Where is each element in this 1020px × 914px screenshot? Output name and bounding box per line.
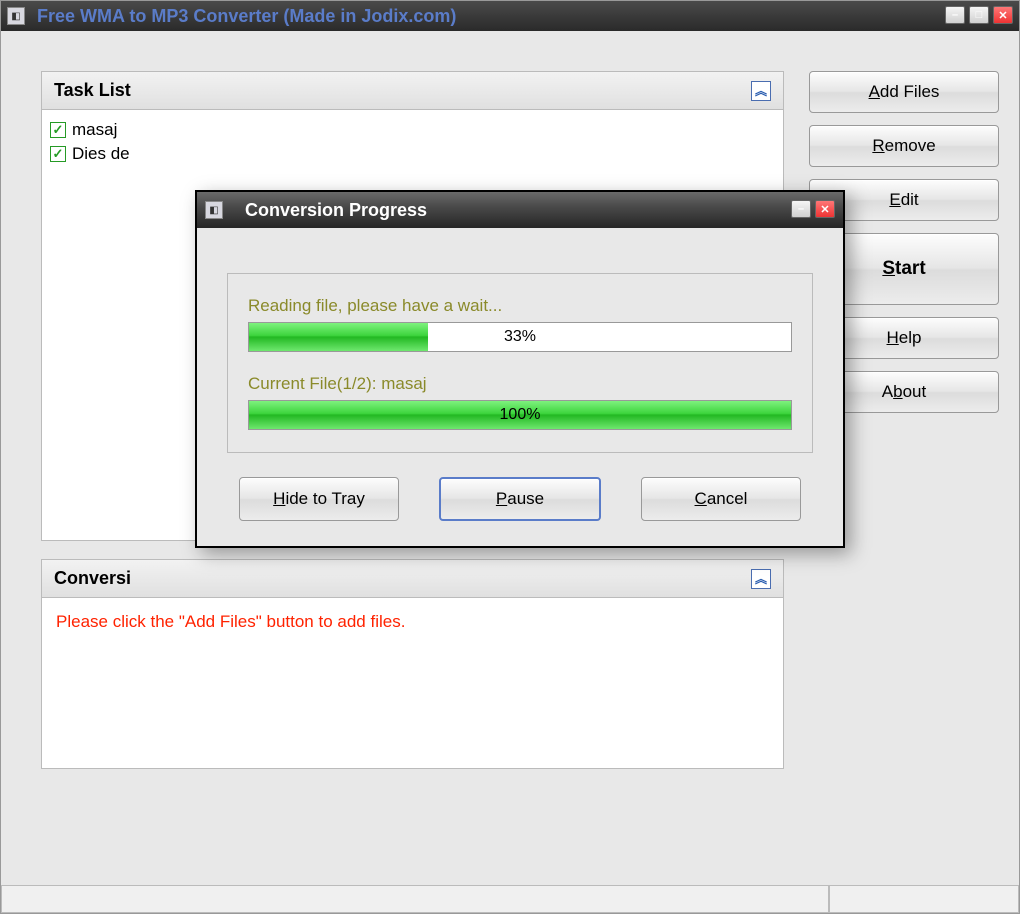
minimize-button[interactable]: –	[945, 6, 965, 24]
cancel-button[interactable]: Cancel	[641, 477, 801, 521]
current-file-label: Current File(1/2): masaj	[248, 374, 792, 394]
maximize-button[interactable]: □	[969, 6, 989, 24]
collapse-conversion-button[interactable]: ︽	[751, 569, 771, 589]
chevron-up-icon: ︽	[755, 570, 767, 587]
task-list-title: Task List	[54, 80, 131, 101]
task-checkbox[interactable]: ✓	[50, 122, 66, 138]
dialog-window-controls: – ✕	[791, 200, 835, 218]
conversion-header: Conversi ︽	[42, 560, 783, 598]
chevron-up-icon: ︽	[755, 82, 767, 99]
hide-to-tray-button[interactable]: Hide to Tray	[239, 477, 399, 521]
task-checkbox[interactable]: ✓	[50, 146, 66, 162]
status-cell-left	[1, 886, 829, 913]
dialog-body: Reading file, please have a wait... 33% …	[197, 228, 843, 546]
task-list-header: Task List ︽	[42, 72, 783, 110]
status-bar	[1, 885, 1019, 913]
dialog-titlebar[interactable]: ◧ Conversion Progress – ✕	[197, 192, 843, 228]
remove-button[interactable]: Remove	[809, 125, 999, 167]
current-progress-bar: 100%	[248, 400, 792, 430]
collapse-task-list-button[interactable]: ︽	[751, 81, 771, 101]
reading-progress-text: 33%	[249, 323, 791, 351]
conversion-body: Please click the "Add Files" button to a…	[42, 598, 783, 768]
app-title: Free WMA to MP3 Converter (Made in Jodix…	[37, 6, 456, 27]
conversion-panel: Conversi ︽ Please click the "Add Files" …	[41, 559, 784, 769]
progress-box: Reading file, please have a wait... 33% …	[227, 273, 813, 453]
conversion-progress-dialog: ◧ Conversion Progress – ✕ Reading file, …	[195, 190, 845, 548]
dialog-title: Conversion Progress	[245, 200, 427, 221]
conversion-title: Conversi	[54, 568, 131, 589]
pause-button[interactable]: Pause	[439, 477, 601, 521]
window-controls: – □ ✕	[945, 6, 1013, 24]
task-label: Dies de	[72, 144, 130, 164]
dialog-close-button[interactable]: ✕	[815, 200, 835, 218]
checkmark-icon: ✓	[53, 122, 64, 138]
status-cell-right	[829, 886, 1019, 913]
conversion-message: Please click the "Add Files" button to a…	[56, 612, 405, 631]
close-button[interactable]: ✕	[993, 6, 1013, 24]
app-icon: ◧	[7, 7, 25, 25]
checkmark-icon: ✓	[53, 146, 64, 162]
reading-label: Reading file, please have a wait...	[248, 296, 792, 316]
dialog-minimize-button[interactable]: –	[791, 200, 811, 218]
task-item[interactable]: ✓ masaj	[50, 118, 775, 142]
task-item[interactable]: ✓ Dies de	[50, 142, 775, 166]
current-progress-text: 100%	[249, 401, 791, 429]
add-files-button[interactable]: Add Files	[809, 71, 999, 113]
reading-progress-bar: 33%	[248, 322, 792, 352]
main-titlebar: ◧ Free WMA to MP3 Converter (Made in Jod…	[1, 1, 1019, 31]
dialog-button-row: Hide to Tray Pause Cancel	[227, 453, 813, 521]
dialog-icon: ◧	[205, 201, 223, 219]
task-label: masaj	[72, 120, 117, 140]
